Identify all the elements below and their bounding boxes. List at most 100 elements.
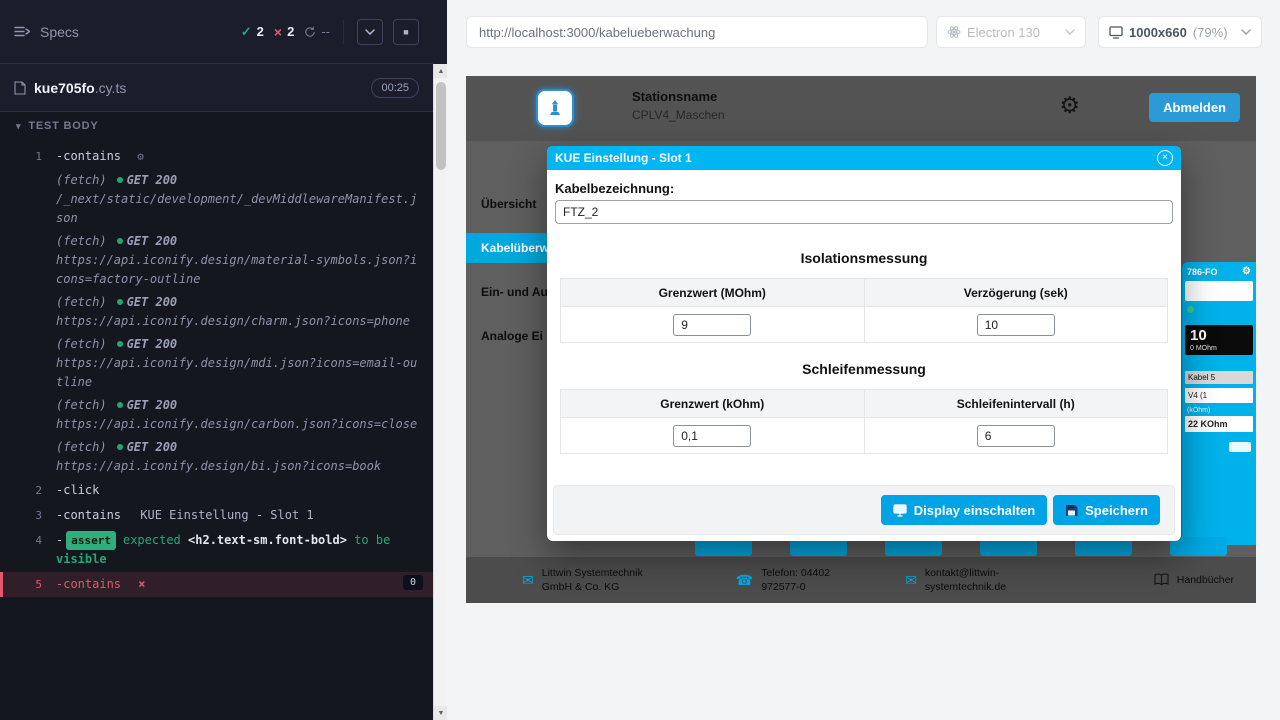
column-header: Grenzwert (MOhm): [561, 279, 865, 307]
chevron-down-icon: [1241, 29, 1251, 35]
command-number: 5: [3, 575, 56, 594]
specs-menu-button[interactable]: Specs: [14, 24, 79, 40]
cross-icon: ×: [274, 24, 282, 40]
divider: [343, 20, 344, 44]
status-dot-icon: [117, 444, 123, 450]
footer-manuals[interactable]: Handbücher: [1154, 573, 1234, 587]
gear-icon: ⚙: [137, 150, 144, 163]
network-log-row[interactable]: (fetch)GET 200 /_next/static/development…: [0, 169, 433, 230]
modal-footer: Display einschalten Speichern: [553, 485, 1175, 535]
assert-badge: assert: [66, 531, 116, 550]
table-cell: [864, 418, 1168, 454]
fetch-label: (fetch): [56, 295, 107, 309]
command-number: 2: [0, 481, 56, 500]
column-header: Verzögerung (sek): [864, 279, 1168, 307]
spec-file-row[interactable]: kue705fo.cy.ts 00:25: [0, 64, 433, 112]
kabel-card-panel: [1185, 281, 1253, 301]
test-body-label: TEST BODY: [28, 120, 98, 132]
test-body-section-toggle[interactable]: ▾ TEST BODY: [0, 112, 433, 140]
cypress-runner-window: Specs ✓ 2 × 2 --: [0, 0, 1280, 720]
scroll-down-arrow[interactable]: ▼: [434, 706, 448, 720]
modal-header: KUE Einstellung - Slot 1 ×: [547, 146, 1181, 170]
chevron-down-icon: [365, 29, 375, 35]
email-address[interactable]: kontakt@littwin-systemtechnik.de: [925, 566, 1037, 594]
display-einschalten-button[interactable]: Display einschalten: [881, 495, 1047, 525]
command-row-contains[interactable]: 3 -contains KUE Einstellung - Slot 1: [0, 503, 433, 528]
app-header: Stationsname CPLV4_Maschen ⚙ Abmelden: [466, 76, 1256, 141]
command-log: 1 -contains ⚙ (fetch)GET 200 /_next/stat…: [0, 140, 433, 597]
chevron-down-icon: [1065, 29, 1075, 35]
nav-item-uebersicht[interactable]: Übersicht: [466, 189, 556, 219]
specs-list-icon: [14, 25, 31, 38]
electron-icon: [947, 25, 961, 39]
schleifenintervall-input[interactable]: [977, 425, 1055, 447]
fetch-status: GET 200: [127, 173, 178, 187]
command-number: 1: [0, 147, 56, 166]
grenzwert-kohm-input[interactable]: [673, 425, 751, 447]
speichern-button[interactable]: Speichern: [1053, 495, 1160, 525]
settings-gear-icon[interactable]: ⚙: [1059, 94, 1080, 117]
command-name: -contains: [56, 577, 121, 591]
cypress-reporter: Specs ✓ 2 × 2 --: [0, 0, 433, 720]
kabelbezeichnung-input[interactable]: [555, 200, 1173, 224]
fetch-status: GET 200: [127, 398, 178, 412]
reporter-scrollbar[interactable]: ▲ ▼: [433, 64, 447, 720]
assert-target-selector: <h2.text-sm.font-bold>: [188, 533, 347, 547]
spec-name: kue705fo: [34, 80, 95, 96]
verzoegerung-sek-input[interactable]: [977, 314, 1055, 336]
command-row-contains[interactable]: 1 -contains ⚙: [0, 144, 433, 169]
specs-label: Specs: [40, 24, 79, 40]
nav-item-analoge-eingaenge[interactable]: Analoge Ei: [466, 321, 556, 351]
kabel-card: 786-FO ⚙ 10 0 MOhm Kabel 5 V4 (1 (kOhm) …: [1182, 262, 1256, 545]
littwin-logo: [536, 89, 574, 127]
failed-count: 2: [287, 24, 294, 39]
stage: Electron 130 1000x660 (79%) Stationsname…: [447, 0, 1280, 720]
status-dot-icon: [117, 299, 123, 305]
command-row-contains-failed[interactable]: 5 -contains × 0: [0, 572, 433, 597]
nav-item-ein-und-ausgaenge[interactable]: Ein- und Au: [466, 277, 556, 307]
app-footer: ✉ Littwin Systemtechnik GmbH & Co. KG ☎ …: [466, 557, 1256, 603]
fetch-label: (fetch): [56, 234, 107, 248]
fetch-url: https://api.iconify.design/charm.json?ic…: [56, 312, 419, 331]
network-log-row[interactable]: (fetch)GET 200 https://api.iconify.desig…: [0, 230, 433, 291]
schleifenmessung-table: Grenzwert (kOhm) Schleifenintervall (h): [560, 389, 1168, 454]
schleifenmessung-title: Schleifenmessung: [555, 361, 1173, 377]
fetch-label: (fetch): [56, 440, 107, 454]
scrollbar-thumb[interactable]: [436, 82, 446, 170]
network-log-row[interactable]: (fetch)GET 200 https://api.iconify.desig…: [0, 436, 433, 478]
command-row-click[interactable]: 2 -click: [0, 478, 433, 503]
display-value: 10: [1190, 328, 1248, 345]
status-dot-icon: [117, 177, 123, 183]
kabel-card-title: 786-FO: [1187, 267, 1218, 277]
footer-phone: ☎ Telefon: 04402 972577-0: [736, 566, 857, 594]
close-icon[interactable]: ×: [1157, 150, 1173, 166]
kabel-label: Kabel 5: [1185, 371, 1253, 384]
kabel-measurement: 22 KOhm: [1185, 416, 1253, 432]
network-log-row[interactable]: (fetch)GET 200 https://api.iconify.desig…: [0, 333, 433, 394]
network-log-row[interactable]: (fetch)GET 200 https://api.iconify.desig…: [0, 394, 433, 436]
collapse-all-button[interactable]: [357, 19, 383, 45]
column-header: Grenzwert (kOhm): [561, 390, 865, 418]
command-row-assert[interactable]: 4 -assertexpected <h2.text-sm.font-bold>…: [0, 528, 433, 572]
nav-item-kabelueberwachung[interactable]: Kabelüberw: [466, 233, 556, 263]
passed-count: 2: [257, 24, 264, 39]
background-button[interactable]: [1170, 537, 1227, 556]
grenzwert-mohm-input[interactable]: [673, 314, 751, 336]
gear-icon[interactable]: ⚙: [1242, 266, 1251, 277]
command-name: -: [56, 533, 63, 547]
status-dot-icon: [1187, 306, 1194, 313]
browser-select[interactable]: Electron 130: [936, 16, 1086, 48]
display-sub: 0 MOhm: [1190, 345, 1248, 352]
fetch-status: GET 200: [127, 234, 178, 248]
book-icon: [1154, 573, 1169, 586]
logout-button[interactable]: Abmelden: [1149, 93, 1240, 122]
status-dot-icon: [117, 402, 123, 408]
status-dot-icon: [117, 341, 123, 347]
stop-run-button[interactable]: ■: [393, 19, 419, 45]
viewport-select[interactable]: 1000x660 (79%): [1098, 16, 1262, 48]
phone-icon: ☎: [736, 573, 753, 587]
url-input[interactable]: [466, 16, 928, 48]
scroll-up-arrow[interactable]: ▲: [434, 64, 448, 78]
network-log-row[interactable]: (fetch)GET 200 https://api.iconify.desig…: [0, 291, 433, 333]
reporter-header: Specs ✓ 2 × 2 --: [0, 0, 433, 64]
